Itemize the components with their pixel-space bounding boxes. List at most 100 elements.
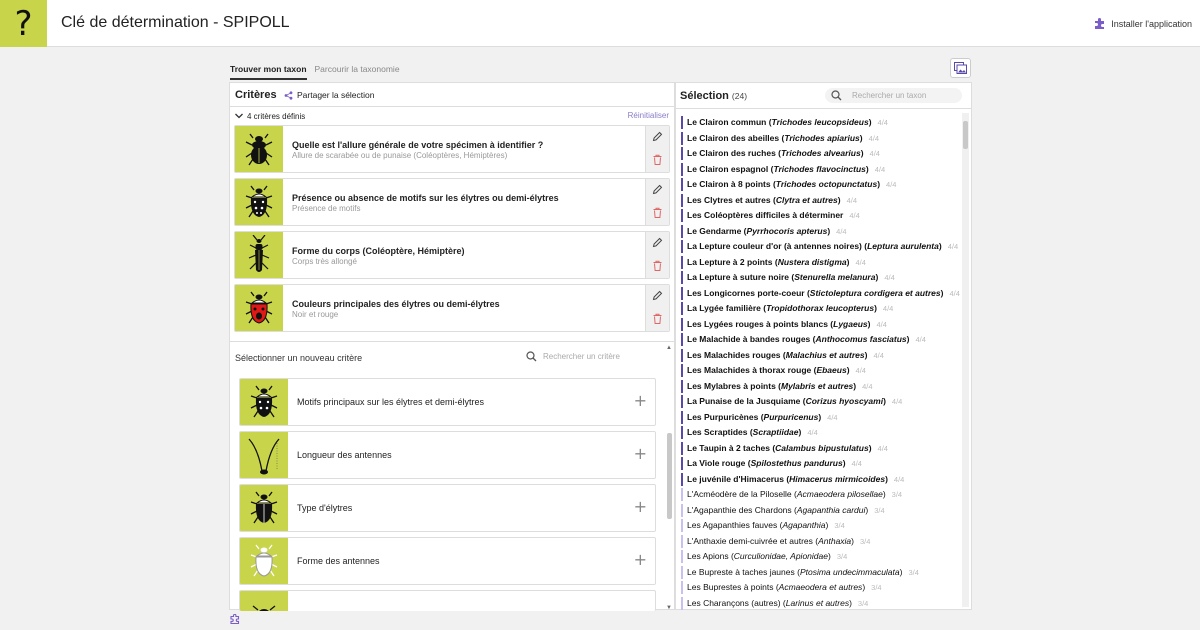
taxon-scientific-name: Agapanthia (782, 520, 826, 530)
taxon-item[interactable]: Les Mylabres à points (Mylabris et autre… (681, 379, 961, 393)
taxon-item[interactable]: La Lygée familière (Tropidothorax leucop… (681, 302, 961, 315)
pencil-icon[interactable] (652, 290, 663, 301)
taxon-item[interactable]: La Lepture couleur d'or (à antennes noir… (681, 240, 961, 253)
taxon-item[interactable]: Le Clairon des abeilles (Trichodes apiar… (681, 131, 961, 145)
criterion-search-placeholder: Rechercher un critère (543, 352, 620, 361)
taxon-common-name: Les Malachides à thorax rouge ( (687, 365, 817, 375)
taxon-name-suffix: ) (842, 458, 846, 468)
trash-icon[interactable] (652, 313, 663, 325)
taxon-name-suffix: ) (837, 194, 841, 205)
tab-trouver-taxon[interactable]: Trouver mon taxon (230, 62, 307, 80)
trash-icon[interactable] (652, 207, 663, 219)
criterion-question: Forme du corps (Coléoptère, Hémiptère) (292, 246, 465, 256)
taxon-item[interactable]: Le Clairon commun (Trichodes leucopsideu… (681, 116, 961, 129)
plus-icon[interactable]: + (634, 444, 647, 463)
taxon-score: 4/4 (947, 242, 959, 251)
new-criterion-card[interactable]: Longueur des antennes + (239, 431, 656, 479)
scrollbar-thumb[interactable] (667, 433, 672, 519)
taxon-item[interactable]: Le Clairon des ruches (Trichodes alveari… (681, 147, 961, 160)
taxon-item[interactable]: Le Taupin à 2 taches (Calambus bipustula… (681, 441, 961, 455)
taxon-item[interactable]: Les Agapanthies fauves (Agapanthia) 3/4 (681, 519, 961, 532)
taxon-common-name: Le Gendarme ( (687, 225, 747, 236)
taxon-item[interactable]: La Lepture à 2 points (Nustera distigma)… (681, 255, 961, 269)
taxon-score: 4/4 (877, 443, 888, 453)
taxon-item[interactable]: La Lepture à suture noire (Stenurella me… (681, 271, 961, 284)
taxon-item[interactable]: L'Acméodère de la Piloselle (Acmaeodera … (681, 488, 961, 501)
taxon-common-name: Les Malachides rouges ( (687, 349, 786, 360)
taxon-item[interactable]: Les Longicornes porte-coeur (Stictoleptu… (681, 286, 961, 300)
antennae-icon (240, 432, 288, 478)
taxon-name-suffix: ) (846, 365, 850, 375)
new-criterion-card-partial[interactable] (239, 590, 656, 611)
taxon-scientific-name: Pyrrhocoris apterus (746, 225, 828, 236)
taxon-item[interactable]: Le Clairon espagnol (Trichodes flavocinc… (681, 162, 961, 176)
scroll-up-icon[interactable]: ▲ (666, 345, 672, 351)
new-criterion-card[interactable]: Type d'élytres + (239, 484, 656, 532)
taxon-score: 4/4 (877, 118, 888, 127)
taxon-scientific-name: Stictoleptura cordigera et autres (809, 287, 941, 298)
pencil-icon[interactable] (652, 184, 663, 195)
taxon-common-name: L'Anthaxie demi-cuivrée et autres ( (687, 535, 819, 546)
taxon-common-name: Le Clairon commun ( (687, 117, 772, 127)
taxon-item[interactable]: L'Agapanthie des Chardons (Agapanthia ca… (681, 503, 961, 517)
help-logo[interactable]: ? (0, 0, 47, 47)
criterion-actions (645, 126, 669, 172)
pencil-icon[interactable] (652, 131, 663, 142)
criterion-answer: Présence de motifs (292, 204, 361, 213)
taxon-common-name: La Lepture couleur d'or (à antennes noir… (687, 241, 868, 251)
install-app-button[interactable]: Installer l'application (1093, 18, 1192, 29)
criteria-scrollbar[interactable]: ▲ ▼ (666, 345, 673, 611)
defined-criteria-toggle[interactable]: 4 critères définis Réinitialiser (230, 107, 674, 125)
taxon-name-suffix: ) (865, 163, 869, 174)
taxon-common-name: Les Scraptides ( (687, 427, 753, 437)
trash-icon[interactable] (652, 260, 663, 272)
taxon-score: 3/4 (836, 552, 848, 561)
taxon-name-suffix: ) (875, 272, 879, 282)
new-criterion-card[interactable]: Motifs principaux sur les élytres et dem… (239, 378, 656, 426)
taxon-scientific-name: Larinus et autres (785, 597, 850, 608)
trash-icon[interactable] (652, 154, 663, 166)
pencil-icon[interactable] (652, 237, 663, 248)
criterion-search-input[interactable]: Rechercher un critère (526, 351, 620, 362)
criterion-answer: Corps très allongé (292, 257, 357, 266)
selection-scrollbar[interactable] (962, 113, 969, 607)
divider (676, 108, 971, 109)
taxon-item[interactable]: Le Clairon à 8 points (Trichodes octopun… (681, 178, 961, 191)
new-criterion-card[interactable]: Forme des antennes + (239, 537, 656, 585)
taxon-item[interactable]: Le juvénile d'Himacerus (Himacerus mirmi… (681, 472, 961, 486)
taxon-item[interactable]: Les Scraptides (Scraptiidae) 4/4 (681, 426, 961, 439)
taxon-item[interactable]: Le Gendarme (Pyrrhocoris apterus) 4/4 (681, 224, 961, 238)
scrollbar-thumb[interactable] (963, 121, 968, 149)
plus-icon[interactable]: + (634, 391, 647, 410)
taxon-search-input[interactable]: Rechercher un taxon (825, 88, 962, 103)
gallery-button[interactable] (950, 58, 971, 78)
taxon-item[interactable]: Les Malachides rouges (Malachius et autr… (681, 348, 961, 362)
puzzle-icon[interactable] (229, 614, 240, 624)
plus-icon[interactable]: + (634, 497, 647, 516)
taxon-item[interactable]: L'Anthaxie demi-cuivrée et autres (Antha… (681, 534, 961, 548)
taxon-item[interactable]: Les Buprestes à points (Acmaeodera et au… (681, 581, 961, 594)
tab-parcourir-taxonomie[interactable]: Parcourir la taxonomie (315, 62, 400, 80)
taxon-item[interactable]: Les Lygées rouges à points blancs (Lygae… (681, 317, 961, 331)
taxon-name-suffix: ) (798, 427, 802, 437)
taxon-item[interactable]: Les Charançons (autres) (Larinus et autr… (681, 596, 961, 610)
taxon-item[interactable]: Le Malachide à bandes rouges (Anthocomus… (681, 333, 961, 346)
scarab-beetle-icon (235, 126, 283, 172)
search-icon (526, 351, 537, 362)
elongated-beetle-icon (235, 232, 283, 278)
taxon-item[interactable]: Les Apions (Curculionidae, Apionidae) 3/4 (681, 550, 961, 563)
taxon-item[interactable]: Les Clytres et autres (Clytra et autres)… (681, 193, 961, 207)
share-selection-button[interactable]: Partager la sélection (284, 90, 375, 100)
taxon-item[interactable]: Le Bupreste à taches jaunes (Ptosima und… (681, 565, 961, 579)
taxon-item[interactable]: Les Purpuricènes (Purpuricenus) 4/4 (681, 410, 961, 424)
scroll-down-icon[interactable]: ▼ (666, 605, 672, 611)
taxon-scientific-name: Agapanthia cardui (796, 504, 866, 515)
taxon-item[interactable]: La Punaise de la Jusquiame (Corizus hyos… (681, 395, 961, 408)
reset-button[interactable]: Réinitialiser (628, 111, 669, 120)
plus-icon[interactable]: + (634, 550, 647, 569)
taxon-item[interactable]: Les Malachides à thorax rouge (Ebaeus) 4/… (681, 364, 961, 377)
red-black-beetle-icon (235, 285, 283, 331)
taxon-item[interactable]: La Viole rouge (Spilostethus pandurus) 4/… (681, 457, 961, 470)
taxon-name-suffix: ) (860, 148, 864, 158)
taxon-item[interactable]: Les Coléoptères difficiles à déterminer 4… (681, 209, 961, 222)
